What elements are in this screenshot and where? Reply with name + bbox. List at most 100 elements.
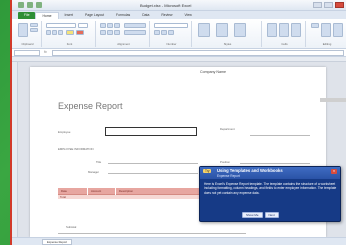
bold-button[interactable] bbox=[46, 30, 51, 35]
align-left-button[interactable] bbox=[100, 30, 106, 35]
window-title: Budget.xlsx - Microsoft Excel bbox=[140, 3, 192, 8]
title-label: Title bbox=[96, 160, 102, 164]
report-title: Expense Report bbox=[58, 101, 123, 111]
formula-bar: fx bbox=[12, 49, 346, 57]
font-size-select[interactable] bbox=[78, 23, 88, 28]
group-label: Styles bbox=[223, 42, 232, 46]
group-alignment: Alignment bbox=[98, 21, 150, 47]
popup-footer: Show Me Next bbox=[242, 212, 279, 218]
underline-button[interactable] bbox=[58, 30, 63, 35]
popup-body: Here is Excel's Expense Report template.… bbox=[204, 182, 337, 195]
close-button[interactable] bbox=[335, 2, 344, 8]
tab-review[interactable]: Review bbox=[155, 12, 178, 19]
sheet-tab[interactable]: Expense Report bbox=[42, 239, 73, 245]
subtotal-label: Subtotal bbox=[66, 225, 77, 229]
popup-header: Try Using Templates and Workbooks Expens… bbox=[200, 167, 340, 179]
name-box[interactable] bbox=[14, 50, 40, 56]
group-styles: Styles bbox=[194, 21, 262, 47]
group-label: Alignment bbox=[117, 42, 130, 46]
copy-button[interactable] bbox=[30, 28, 38, 32]
delete-cells-button[interactable] bbox=[279, 23, 289, 37]
next-button[interactable]: Next bbox=[264, 212, 279, 218]
group-label: Font bbox=[66, 42, 73, 46]
tab-formulas[interactable]: Formulas bbox=[110, 12, 136, 19]
header-account: Account bbox=[88, 187, 116, 195]
tab-page-layout[interactable]: Page Layout bbox=[79, 12, 110, 19]
popup-title: Using Templates and Workbooks bbox=[217, 168, 283, 173]
autosum-button[interactable] bbox=[311, 23, 319, 28]
show-me-button[interactable]: Show Me bbox=[242, 212, 263, 218]
number-format-select[interactable] bbox=[154, 23, 188, 28]
merge-center-button[interactable] bbox=[124, 30, 146, 35]
align-middle-button[interactable] bbox=[107, 23, 113, 28]
format-cells-button[interactable] bbox=[291, 23, 301, 37]
group-number: Number bbox=[152, 21, 192, 47]
fill-color-button[interactable] bbox=[66, 30, 74, 35]
employee-label: Employee bbox=[58, 130, 71, 134]
save-icon[interactable] bbox=[18, 2, 24, 8]
currency-button[interactable] bbox=[154, 30, 160, 35]
sort-filter-button[interactable] bbox=[321, 23, 331, 37]
align-center-button[interactable] bbox=[107, 30, 113, 35]
paste-button[interactable] bbox=[18, 23, 28, 37]
redo-icon[interactable] bbox=[36, 2, 42, 8]
bottom-line bbox=[58, 233, 246, 234]
cell-styles-button[interactable] bbox=[234, 23, 246, 37]
group-clipboard: Clipboard bbox=[14, 21, 42, 47]
title-bar: Budget.xlsx - Microsoft Excel bbox=[12, 0, 346, 11]
close-icon[interactable]: ✕ bbox=[331, 169, 337, 174]
group-label: Clipboard bbox=[21, 42, 34, 46]
column-headers[interactable] bbox=[12, 57, 346, 62]
format-as-table-button[interactable] bbox=[216, 23, 228, 37]
wrap-text-button[interactable] bbox=[124, 23, 146, 28]
popup-badge: Try bbox=[203, 169, 212, 173]
tab-data[interactable]: Data bbox=[136, 12, 155, 19]
align-right-button[interactable] bbox=[114, 30, 120, 35]
insert-cells-button[interactable] bbox=[267, 23, 277, 37]
group-font: Font bbox=[44, 21, 96, 47]
align-top-button[interactable] bbox=[100, 23, 106, 28]
group-label: Cells bbox=[281, 42, 288, 46]
window-controls bbox=[313, 2, 344, 8]
tab-home[interactable]: Home bbox=[35, 12, 59, 19]
selected-cell[interactable] bbox=[105, 127, 197, 136]
tab-view[interactable]: View bbox=[178, 12, 197, 19]
cut-button[interactable] bbox=[30, 23, 38, 27]
help-popup: Try Using Templates and Workbooks Expens… bbox=[199, 166, 341, 222]
department-label: Department bbox=[220, 127, 235, 131]
font-color-button[interactable] bbox=[76, 30, 84, 35]
align-bottom-button[interactable] bbox=[114, 23, 120, 28]
ribbon: Clipboard Font Alignment Number Styles C… bbox=[12, 19, 346, 49]
popup-subtitle: Expense Report bbox=[217, 173, 240, 178]
minimize-button[interactable] bbox=[313, 2, 322, 8]
maximize-button[interactable] bbox=[324, 2, 333, 8]
group-cells: Cells bbox=[264, 21, 306, 47]
tab-file[interactable]: File bbox=[18, 12, 36, 19]
tab-insert[interactable]: Insert bbox=[59, 12, 79, 19]
position-label: Position bbox=[220, 160, 230, 164]
first-row-label: Total bbox=[60, 195, 66, 199]
conditional-formatting-button[interactable] bbox=[198, 23, 210, 37]
ribbon-tabs: File Home Insert Page Layout Formulas Da… bbox=[12, 11, 346, 19]
title-line bbox=[108, 163, 198, 164]
quick-access-toolbar bbox=[18, 2, 42, 8]
header-date: Date bbox=[58, 187, 88, 195]
font-name-select[interactable] bbox=[46, 23, 76, 28]
find-select-button[interactable] bbox=[333, 23, 343, 37]
row-headers[interactable] bbox=[12, 62, 18, 237]
group-label: Number bbox=[166, 42, 177, 46]
percent-button[interactable] bbox=[161, 30, 167, 35]
manager-label: Manager bbox=[88, 170, 100, 174]
manager-line bbox=[108, 173, 198, 174]
status-bar: Expense Report bbox=[12, 237, 346, 245]
comma-button[interactable] bbox=[168, 30, 174, 35]
group-label: Editing bbox=[322, 42, 332, 46]
company-name: Company Name bbox=[200, 70, 226, 74]
undo-icon[interactable] bbox=[27, 2, 33, 8]
employee-info-label: EMPLOYEE INFORMATION bbox=[58, 147, 94, 151]
group-editing: Editing bbox=[308, 21, 346, 47]
formula-input[interactable] bbox=[52, 50, 344, 56]
fx-icon[interactable]: fx bbox=[44, 50, 47, 54]
header-band bbox=[320, 98, 346, 102]
italic-button[interactable] bbox=[52, 30, 57, 35]
